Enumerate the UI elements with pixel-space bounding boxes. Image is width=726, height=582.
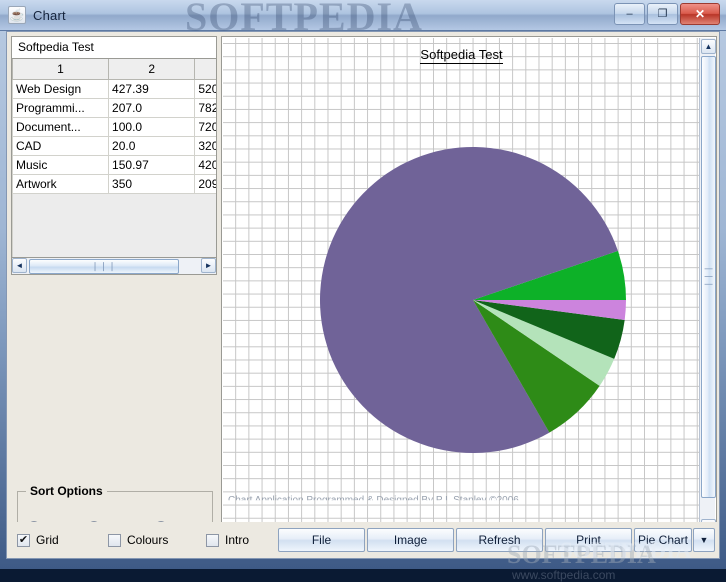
cell-category[interactable]: Music: [12, 155, 110, 175]
client-area: Softpedia Test 1 2 3 Web Design 427.39: [6, 31, 720, 582]
checkbox-intro[interactable]: Intro: [206, 533, 249, 547]
cell-category[interactable]: Artwork: [12, 174, 110, 194]
table-horizontal-scrollbar[interactable]: ◄ ❘❘❘ ►: [11, 258, 217, 275]
checkbox-intro-icon[interactable]: [206, 533, 219, 547]
chart-vscroll-thumb[interactable]: ❘❘❘: [701, 56, 716, 498]
column-header-1[interactable]: 1: [12, 59, 110, 80]
checkbox-grid-label: Grid: [36, 533, 59, 547]
print-button[interactable]: Print: [545, 528, 632, 552]
table-empty-area: [12, 193, 216, 257]
data-table[interactable]: 1 2 3 Web Design 427.39 520.2 Programmi.…: [12, 59, 216, 257]
window-title: Chart: [33, 7, 66, 23]
scroll-grip-icon: ❘❘❘: [91, 261, 117, 271]
table-header-row: 1 2 3: [12, 59, 216, 80]
checkbox-intro-label: Intro: [225, 533, 250, 547]
table-row[interactable]: Artwork 350 209.2: [12, 174, 216, 194]
chart-type-combo-value[interactable]: Pie Chart: [634, 528, 692, 552]
table-row[interactable]: Programmi... 207.0 7820.2: [12, 98, 216, 118]
cell-value-2[interactable]: 100.0: [108, 117, 196, 137]
minimize-button[interactable]: –: [614, 3, 645, 25]
watermark-chart-url: www.softpedia.com: [512, 568, 616, 582]
window-controls: – ❐ ✕: [614, 3, 720, 25]
cell-value-3[interactable]: 320.2: [194, 136, 216, 156]
table-filler: [12, 193, 216, 257]
cell-value-2[interactable]: 20.0: [108, 136, 196, 156]
chart-canvas[interactable]: Softpedia Test Chart Application Program…: [223, 38, 700, 535]
chart-scroll-pane: Softpedia Test Chart Application Program…: [221, 36, 717, 552]
title-bar: SOFTPEDIA ☕ Chart – ❐ ✕: [0, 0, 726, 33]
cell-value-3[interactable]: 520.2: [194, 79, 216, 99]
bottom-toolbar: ✔ Grid Colours Intro File Image Refresh …: [7, 522, 719, 558]
cell-category[interactable]: Web Design: [12, 79, 110, 99]
table-row[interactable]: Document... 100.0 720.2: [12, 117, 216, 137]
chevron-down-icon[interactable]: ▼: [693, 528, 715, 552]
scroll-up-arrow-icon[interactable]: ▲: [701, 39, 716, 54]
cell-value-2[interactable]: 207.0: [108, 98, 196, 118]
cell-value-2[interactable]: 427.39: [108, 79, 196, 99]
table-caption: Softpedia Test: [12, 37, 216, 59]
checkbox-grid[interactable]: ✔ Grid: [17, 533, 59, 547]
checkbox-colours-icon[interactable]: [108, 533, 121, 547]
cell-value-3[interactable]: 420.2: [194, 155, 216, 175]
cell-category[interactable]: Document...: [12, 117, 110, 137]
title-bar-left: ☕ Chart: [8, 6, 66, 24]
left-panel-filler: [11, 275, 217, 488]
maximize-button[interactable]: ❐: [647, 3, 678, 25]
data-table-panel: Softpedia Test 1 2 3 Web Design 427.39: [11, 36, 217, 258]
chart-panel: Softpedia Test Chart Application Program…: [221, 36, 717, 552]
cell-value-3[interactable]: 7820.2: [194, 98, 216, 118]
cell-value-3[interactable]: 209.2: [194, 174, 216, 194]
pie-chart[interactable]: [223, 38, 700, 535]
table-row[interactable]: Music 150.97 420.2: [12, 155, 216, 175]
cell-value-2[interactable]: 350: [108, 174, 196, 194]
scroll-left-arrow-icon[interactable]: ◄: [12, 258, 27, 273]
left-panel: Softpedia Test 1 2 3 Web Design 427.39: [11, 36, 217, 553]
application-window: SOFTPEDIA ☕ Chart – ❐ ✕ Softpedia Test 1…: [0, 0, 726, 582]
cell-value-3[interactable]: 720.2: [194, 117, 216, 137]
checkbox-grid-icon[interactable]: ✔: [17, 533, 30, 547]
image-button[interactable]: Image: [367, 528, 454, 552]
checkbox-colours[interactable]: Colours: [108, 533, 168, 547]
refresh-button[interactable]: Refresh: [456, 528, 543, 552]
table-row[interactable]: CAD 20.0 320.2: [12, 136, 216, 156]
java-cup-icon: ☕: [8, 6, 26, 24]
cell-category[interactable]: CAD: [12, 136, 110, 156]
checkbox-colours-label: Colours: [127, 533, 169, 547]
file-button[interactable]: File: [278, 528, 365, 552]
cell-value-2[interactable]: 150.97: [108, 155, 196, 175]
chart-vertical-scrollbar[interactable]: ▲ ❘❘❘ ▼: [699, 38, 716, 535]
close-button[interactable]: ✕: [680, 3, 720, 25]
column-header-2[interactable]: 2: [108, 59, 196, 80]
scroll-grip-icon: ❘❘❘: [704, 265, 714, 289]
watermark-top: SOFTPEDIA: [185, 0, 423, 33]
scroll-right-arrow-icon[interactable]: ►: [201, 258, 216, 273]
table-row[interactable]: Web Design 427.39 520.2: [12, 79, 216, 99]
column-header-3[interactable]: 3: [194, 59, 216, 80]
sort-options-legend: Sort Options: [26, 484, 107, 498]
table-scroll-thumb[interactable]: ❘❘❘: [29, 259, 179, 274]
cell-category[interactable]: Programmi...: [12, 98, 110, 118]
